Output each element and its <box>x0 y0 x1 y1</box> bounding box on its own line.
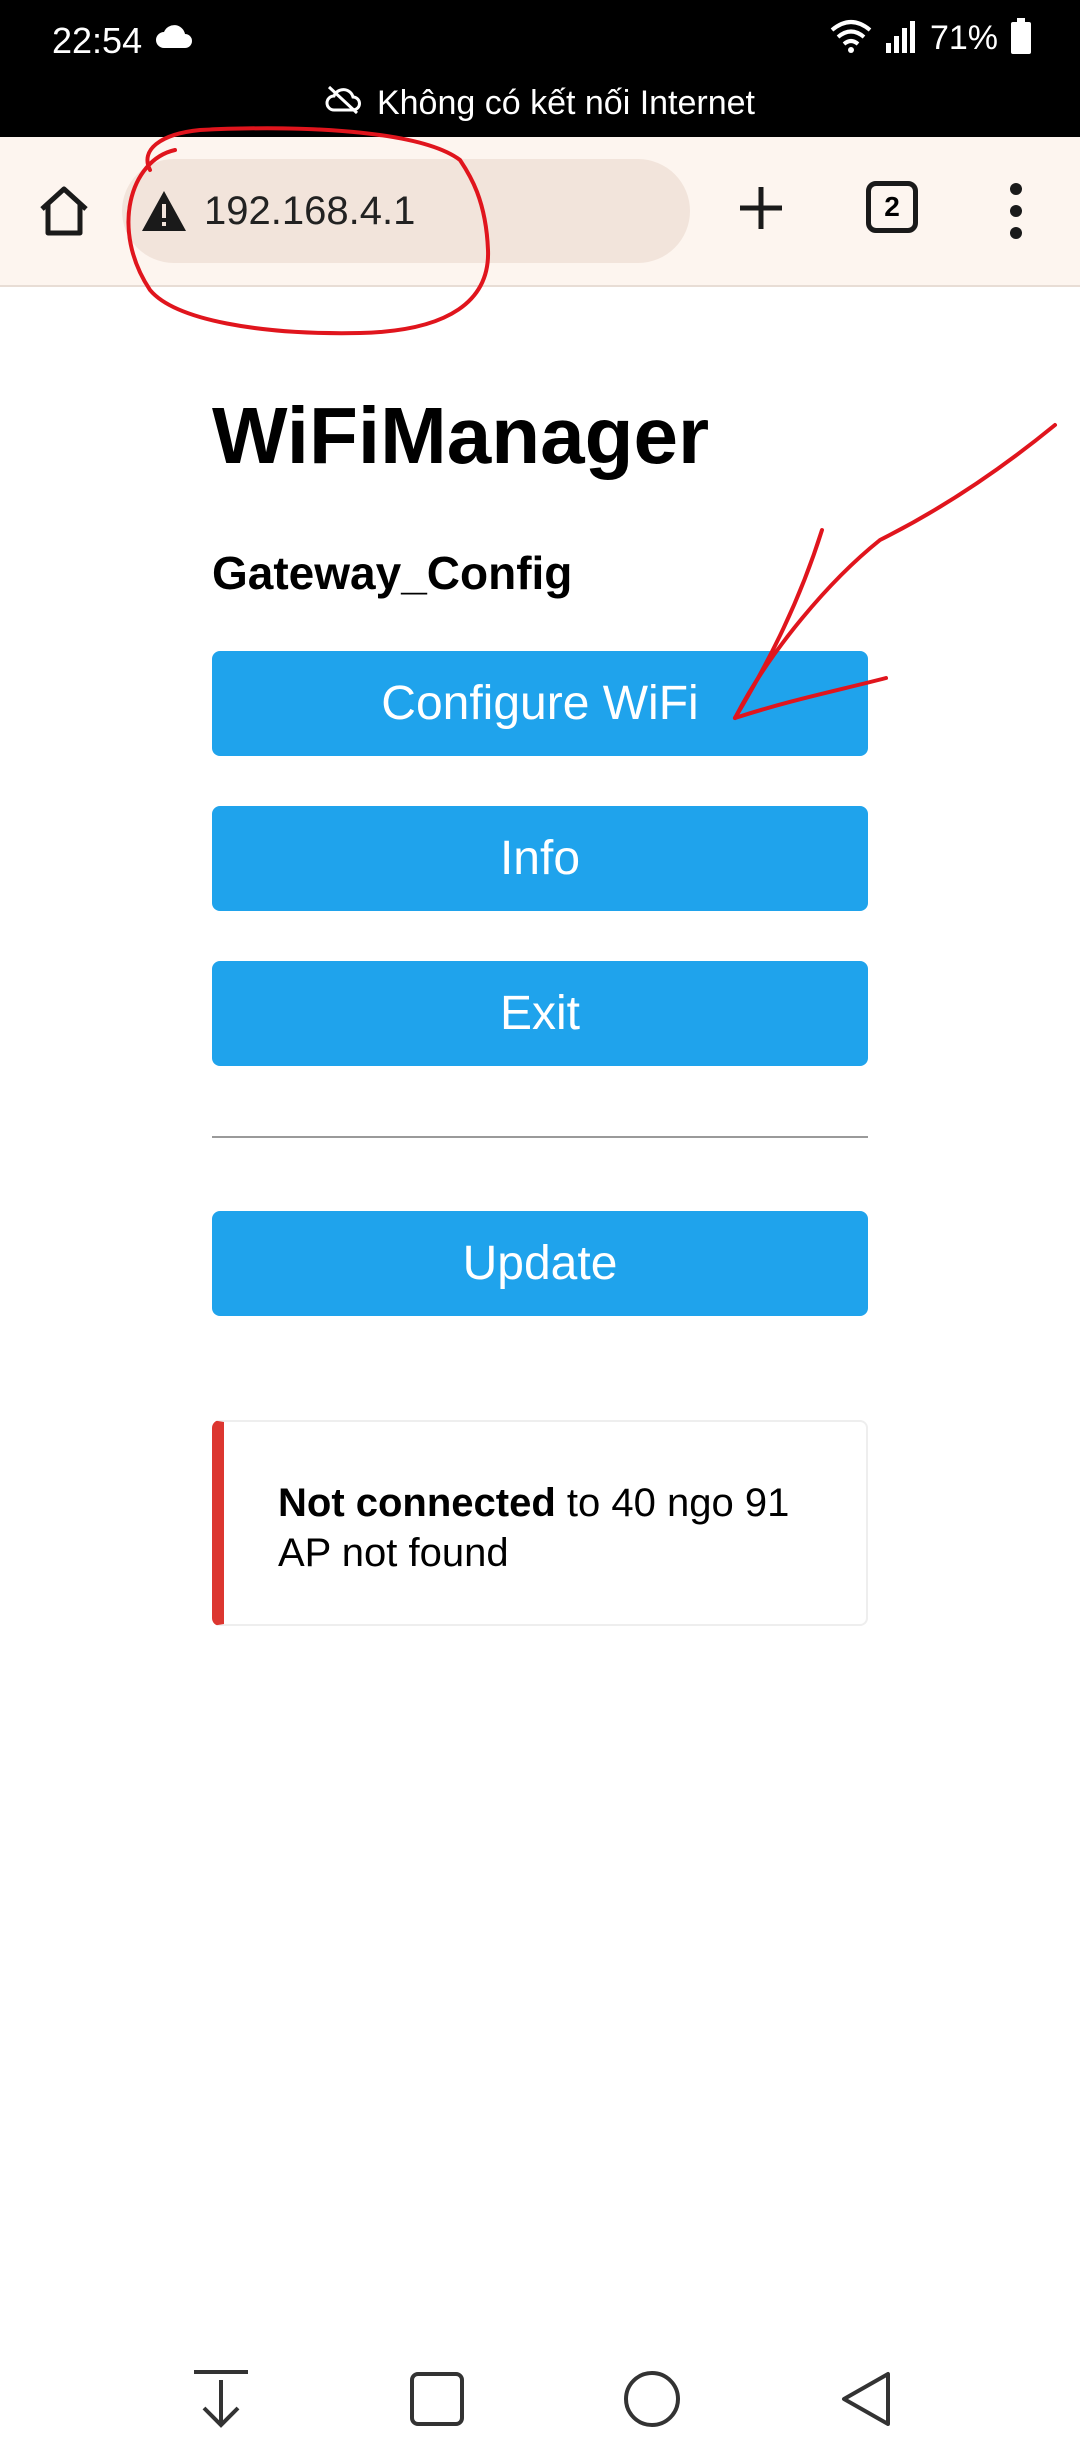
url-text[interactable]: 192.168.4.1 <box>204 189 415 234</box>
status-time: 22:54 <box>52 20 143 61</box>
device-name: Gateway_Config <box>212 547 573 599</box>
exit-button[interactable]: Exit <box>212 961 868 1066</box>
address-bar[interactable]: 192.168.4.1 <box>122 159 690 263</box>
status-ssid-text: to 40 ngo 91 <box>555 1481 790 1525</box>
home-nav-icon[interactable] <box>619 2366 685 2432</box>
recents-icon[interactable] <box>404 2366 470 2432</box>
info-button[interactable]: Info <box>212 806 868 911</box>
new-tab-icon[interactable] <box>732 179 790 237</box>
status-bar: 22:54 71% Không có kết nối Internet <box>0 0 1080 137</box>
tab-count: 2 <box>884 191 900 222</box>
more-menu-icon[interactable] <box>1004 179 1028 243</box>
battery-level: 71% <box>929 19 998 57</box>
signal-icon <box>884 19 918 58</box>
back-icon[interactable] <box>834 2366 900 2432</box>
wifi-icon <box>830 18 872 59</box>
update-button[interactable]: Update <box>212 1211 868 1316</box>
divider <box>212 1136 868 1138</box>
cloud-off-icon <box>325 84 361 123</box>
home-icon[interactable] <box>34 181 94 241</box>
tab-switcher-button[interactable]: 2 <box>866 181 918 233</box>
offline-text: Không có kết nối Internet <box>376 84 756 122</box>
status-detail: AP not found <box>278 1531 509 1575</box>
battery-icon <box>1010 18 1032 59</box>
browser-toolbar: 192.168.4.1 2 <box>0 137 1080 287</box>
cloud-icon <box>155 24 193 55</box>
configure-wifi-button[interactable]: Configure WiFi <box>212 651 868 756</box>
download-icon[interactable] <box>188 2366 254 2432</box>
offline-banner: Không có kết nối Internet <box>0 84 1080 123</box>
status-bold: Not connected <box>278 1481 556 1525</box>
system-nav-bar <box>0 2330 1080 2460</box>
warning-icon[interactable] <box>140 189 188 233</box>
connection-status-message: Not connected to 40 ngo 91 AP not found <box>212 1420 868 1626</box>
page-title: WiFiManager <box>212 391 710 480</box>
